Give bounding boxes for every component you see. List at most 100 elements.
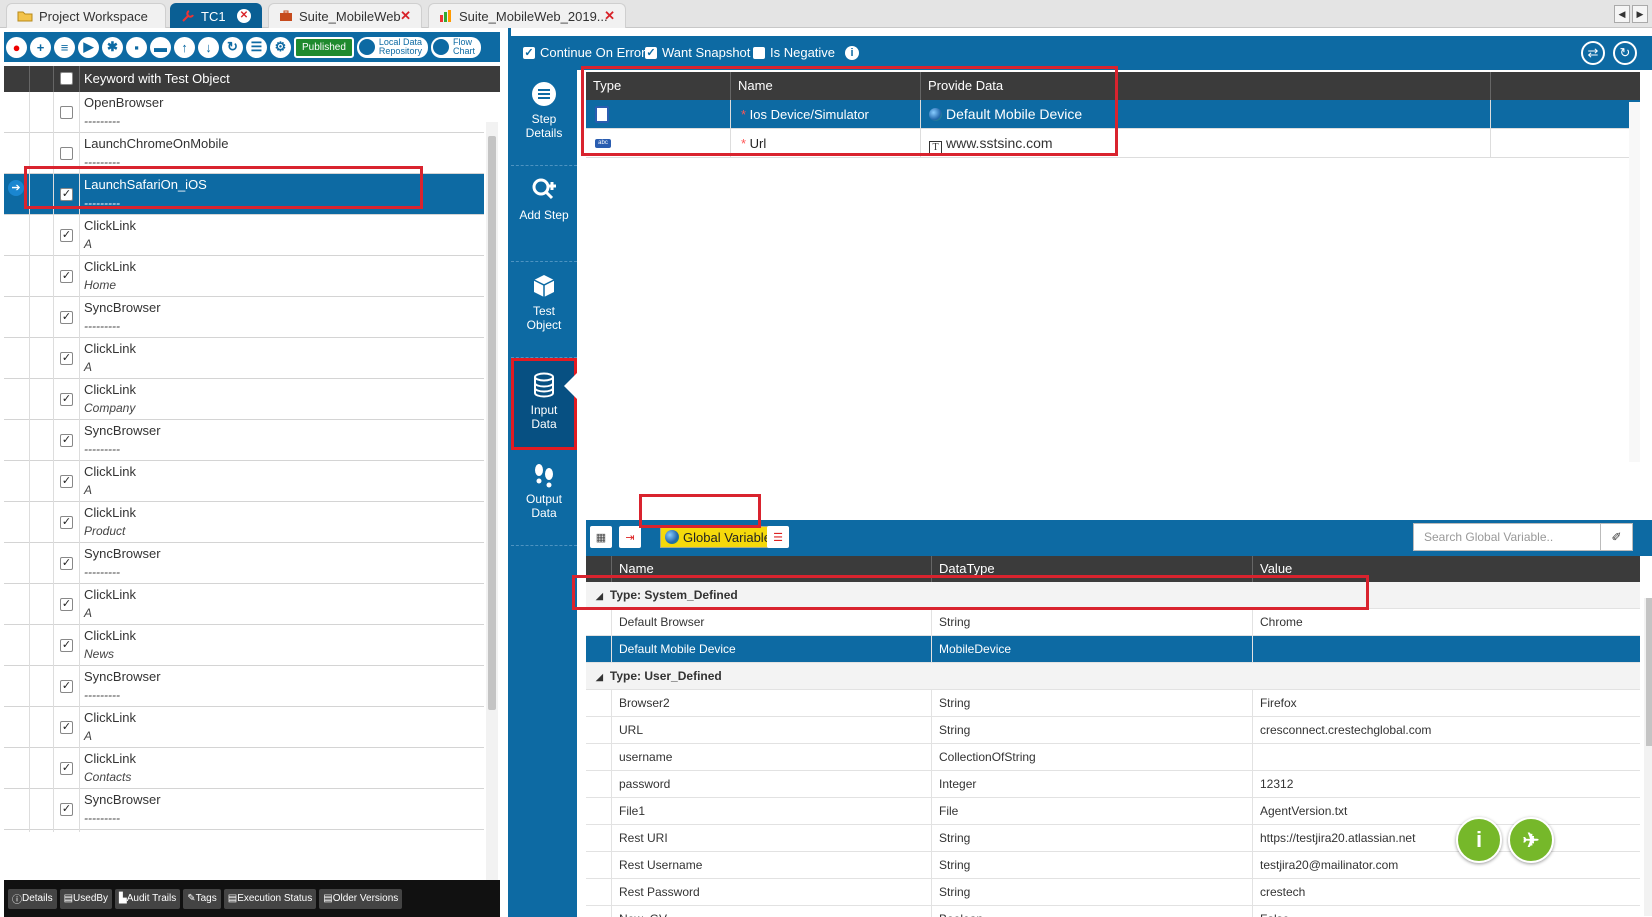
execution-status-button[interactable]: ▤ Execution Status — [223, 888, 317, 909]
global-variable-search-input[interactable]: Search Global Variable.. ✐ — [1413, 523, 1633, 551]
flow-chart-button[interactable]: Flow Chart — [430, 36, 481, 58]
keyword-checkbox[interactable]: ✓ — [60, 270, 73, 283]
input-row-url[interactable]: abc * Url Twww.sstsinc.com — [586, 129, 1640, 158]
audit-trails-button[interactable]: ▙ Audit Trails — [115, 888, 181, 909]
details-button[interactable]: ⓘ Details — [8, 888, 57, 909]
keyword-row[interactable]: LaunchChromeOnMobile --------- — [4, 133, 484, 176]
tab-scroll-right-button[interactable]: ▶ — [1632, 5, 1648, 23]
keyword-row[interactable]: ✓ ClickLink Product — [4, 502, 484, 545]
continue-on-error-checkbox[interactable]: ✓ — [523, 46, 535, 59]
param-value[interactable]: Default Mobile Device — [921, 100, 1491, 129]
keyword-checkbox[interactable]: ✓ — [60, 434, 73, 447]
run-button[interactable]: ▶ — [78, 36, 99, 58]
database-list-button[interactable]: ☰ — [767, 526, 789, 548]
keyword-checkbox[interactable]: ✓ — [60, 598, 73, 611]
export-button[interactable]: ⇥ — [619, 526, 641, 548]
keyword-row[interactable]: ✓ ClickLink Contacts — [4, 748, 484, 791]
move-down-button[interactable]: ↓ — [198, 36, 219, 58]
settings-list-button[interactable]: ☰ — [246, 36, 267, 58]
close-icon[interactable]: ✕ — [237, 9, 251, 23]
select-all-checkbox[interactable] — [60, 72, 73, 85]
older-versions-button[interactable]: ▤ Older Versions — [319, 888, 403, 909]
global-variable-button[interactable]: Global Variable — [660, 526, 774, 548]
group-header[interactable]: ◢ Type: System_Defined — [586, 582, 1640, 609]
global-variable-row[interactable]: Browser2 String Firefox — [586, 690, 1640, 717]
step-details-button[interactable]: Step Details — [511, 70, 577, 166]
keyword-checkbox[interactable]: ✓ — [60, 475, 73, 488]
global-table-scrollbar[interactable] — [1644, 598, 1652, 916]
keyword-row[interactable]: ✓ ClickLink A — [4, 584, 484, 627]
global-variable-row[interactable]: URL String cresconnect.crestechglobal.com — [586, 717, 1640, 744]
global-variable-row[interactable]: Default Browser String Chrome — [586, 609, 1640, 636]
move-up-button[interactable]: ↑ — [174, 36, 195, 58]
keyword-row[interactable]: ✓ ClickLink A — [4, 338, 484, 381]
is-negative-checkbox[interactable] — [753, 46, 765, 59]
want-snapshot-checkbox[interactable]: ✓ — [645, 46, 657, 59]
group-header[interactable]: ◢ Type: User_Defined — [586, 663, 1640, 690]
keyword-checkbox[interactable]: ✓ — [60, 680, 73, 693]
keyword-row[interactable]: ✓ SyncBrowser --------- — [4, 543, 484, 586]
global-variable-row[interactable]: username CollectionOfString — [586, 744, 1640, 771]
close-icon[interactable]: ✕ — [604, 8, 615, 24]
continue-on-error-option[interactable]: ✓ Continue On Error — [523, 45, 646, 60]
keyword-checkbox[interactable]: ✓ — [60, 516, 73, 529]
tab-scroll-left-button[interactable]: ◀ — [1614, 5, 1630, 23]
global-variable-row[interactable]: Rest Password String crestech — [586, 879, 1640, 906]
input-data-button[interactable]: Input Data — [511, 358, 577, 450]
save-button[interactable]: ▪ — [126, 36, 147, 58]
published-badge[interactable]: Published — [294, 36, 354, 58]
tab-project-workspace[interactable]: Project Workspace — [6, 3, 166, 28]
usedby-button[interactable]: ▤ UsedBy — [59, 888, 113, 909]
keyword-row[interactable]: ✓ LaunchSafariOn_iOS --------- — [4, 174, 484, 217]
info-fab-button[interactable]: i — [1456, 817, 1502, 863]
keyword-row[interactable]: ✓ SyncBrowser --------- — [4, 789, 484, 832]
keyword-row[interactable]: ✓ SyncBrowser --------- — [4, 420, 484, 463]
keyword-checkbox[interactable] — [60, 106, 73, 119]
keyword-row[interactable]: ✓ SyncBrowser --------- — [4, 297, 484, 340]
tab-suite-mobileweb-2019[interactable]: Suite_MobileWeb_2019... ✕ — [428, 3, 626, 28]
close-icon[interactable]: ✕ — [400, 8, 411, 24]
record-button[interactable]: ● — [6, 36, 27, 58]
list-button[interactable]: ≡ — [54, 36, 75, 58]
keyword-checkbox[interactable]: ✓ — [60, 393, 73, 406]
add-step-button[interactable]: Add Step — [511, 166, 577, 262]
want-snapshot-option[interactable]: ✓ Want Snapshot — [645, 45, 750, 60]
gear-button[interactable]: ⚙ — [270, 36, 291, 58]
local-data-repository-button[interactable]: Local Data Repository — [356, 36, 428, 58]
keyword-row[interactable]: ✓ ClickLink A — [4, 215, 484, 258]
debug-button[interactable]: ✱ — [102, 36, 123, 58]
refresh-button[interactable]: ↻ — [222, 36, 243, 58]
keyword-checkbox[interactable]: ✓ — [60, 352, 73, 365]
keyword-checkbox[interactable]: ✓ — [60, 229, 73, 242]
keyword-checkbox[interactable]: ✓ — [60, 639, 73, 652]
tab-suite-mobileweb[interactable]: Suite_MobileWeb ✕ — [268, 3, 422, 28]
airplane-fab-button[interactable]: ✈ — [1508, 817, 1554, 863]
keyword-checkbox[interactable]: ✓ — [60, 557, 73, 570]
keyword-checkbox[interactable]: ✓ — [60, 762, 73, 775]
tab-tc1[interactable]: TC1 ✕ — [170, 3, 262, 28]
keyword-checkbox[interactable]: ✓ — [60, 721, 73, 734]
param-value[interactable]: Twww.sstsinc.com — [921, 129, 1491, 158]
keyword-checkbox[interactable] — [60, 147, 73, 160]
swap-icon[interactable]: ⇄ — [1581, 41, 1605, 65]
keyword-row[interactable]: ✓ ClickLink News — [4, 625, 484, 668]
keyword-scrollbar[interactable] — [486, 122, 498, 892]
keyword-checkbox[interactable]: ✓ — [60, 188, 73, 201]
global-variable-row[interactable]: Default Mobile Device MobileDevice — [586, 636, 1640, 663]
keyword-row[interactable]: ✓ SyncBrowser --------- — [4, 666, 484, 709]
is-negative-option[interactable]: Is Negative — [753, 45, 835, 60]
keyword-row[interactable]: ✓ ClickLink A — [4, 707, 484, 750]
global-variable-row[interactable]: New_GVBooleanFalse — [586, 906, 1640, 917]
keyword-row[interactable]: ✓ ClickLink A — [4, 461, 484, 504]
eraser-icon[interactable]: ✐ — [1600, 524, 1632, 550]
refresh-icon[interactable]: ↻ — [1613, 41, 1637, 65]
tags-button[interactable]: ✎ Tags — [183, 888, 221, 909]
input-row-ios-device[interactable]: * Ios Device/Simulator Default Mobile De… — [586, 100, 1640, 129]
grid-view-button[interactable]: ▦ — [590, 526, 612, 548]
collapse-triangle-icon[interactable]: ◢ — [596, 672, 603, 682]
keyword-row[interactable]: ✓ ClickLink Company — [4, 379, 484, 422]
keyword-checkbox[interactable]: ✓ — [60, 311, 73, 324]
add-button[interactable]: + — [30, 36, 51, 58]
delete-button[interactable]: ▬ — [150, 36, 171, 58]
test-object-button[interactable]: Test Object — [511, 262, 577, 358]
